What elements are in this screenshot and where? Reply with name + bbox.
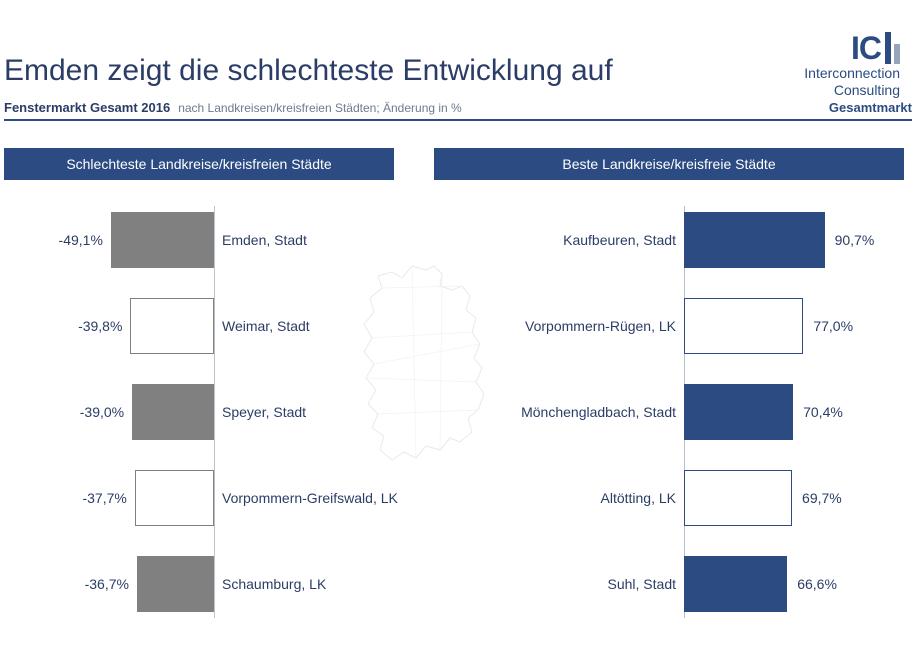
best-row: Mönchengladbach, Stadt 70,4% <box>434 384 904 440</box>
page: IC Interconnection Consulting Emden zeig… <box>0 0 924 659</box>
page-title: Emden zeigt die schlechteste Entwicklung… <box>4 20 912 88</box>
worst-value: -49,1% <box>59 232 103 248</box>
logo-bar-1 <box>885 32 891 64</box>
logo-ic-text: IC <box>851 32 881 64</box>
best-value: 70,4% <box>803 404 843 420</box>
worst-bar <box>111 212 214 268</box>
worst-bar <box>135 470 214 526</box>
column-best: Beste Landkreise/kreisfreie Städte Kaufb… <box>434 148 904 642</box>
best-row: Vorpommern-Rügen, LK 77,0% <box>434 298 904 354</box>
worst-chart: -49,1%Emden, Stadt-39,8%Weimar, Stadt-39… <box>4 212 394 612</box>
worst-bar <box>130 298 214 354</box>
best-value: 90,7% <box>835 232 875 248</box>
worst-label: Vorpommern-Greifswald, LK <box>222 490 398 506</box>
best-label: Mönchengladbach, Stadt <box>434 404 676 420</box>
worst-row: -49,1% Emden, Stadt <box>4 212 394 268</box>
best-label: Altötting, LK <box>434 490 676 506</box>
best-label: Suhl, Stadt <box>434 576 676 592</box>
worst-value: -39,8% <box>78 318 122 334</box>
worst-row: -39,0% Speyer, Stadt <box>4 384 394 440</box>
worst-row: -37,7%Vorpommern-Greifswald, LK <box>4 470 394 526</box>
worst-label: Speyer, Stadt <box>222 404 306 420</box>
logo-line1: Interconnection <box>804 66 900 81</box>
best-row: Kaufbeuren, Stadt 90,7% <box>434 212 904 268</box>
columns: Schlechteste Landkreise/kreisfreien Städ… <box>4 148 912 642</box>
best-bar <box>684 384 793 440</box>
logo-icon: IC <box>851 26 900 64</box>
subhead-note: nach Landkreisen/kreisfreien Städten; Än… <box>178 101 462 115</box>
best-bar <box>684 556 787 612</box>
logo-bars-icon <box>885 28 900 64</box>
subhead-bold: Fenstermarkt Gesamt 2016 <box>4 100 170 115</box>
best-label: Vorpommern-Rügen, LK <box>434 318 676 334</box>
best-bar <box>684 298 803 354</box>
best-value: 69,7% <box>802 490 842 506</box>
header: IC Interconnection Consulting Emden zeig… <box>4 20 912 130</box>
worst-label: Emden, Stadt <box>222 232 307 248</box>
subhead-right: Gesamtmarkt <box>829 100 912 115</box>
worst-bar <box>132 384 214 440</box>
logo-bar-2 <box>894 44 900 64</box>
worst-value: -37,7% <box>82 490 126 506</box>
best-chart: Kaufbeuren, Stadt 90,7% Vorpommern-Rügen, … <box>434 212 904 612</box>
logo-line2: Consulting <box>834 83 900 98</box>
best-row: Altötting, LK 69,7% <box>434 470 904 526</box>
best-row: Suhl, Stadt 66,6% <box>434 556 904 612</box>
best-label: Kaufbeuren, Stadt <box>434 232 676 248</box>
worst-bar <box>137 556 214 612</box>
worst-value: -39,0% <box>80 404 124 420</box>
worst-label: Weimar, Stadt <box>222 318 310 334</box>
worst-value: -36,7% <box>85 576 129 592</box>
best-value: 77,0% <box>813 318 853 334</box>
best-bar <box>684 470 792 526</box>
worst-row: -39,8% Weimar, Stadt <box>4 298 394 354</box>
column-worst: Schlechteste Landkreise/kreisfreien Städ… <box>4 148 394 642</box>
logo: IC Interconnection Consulting <box>804 26 900 99</box>
subheader: Fenstermarkt Gesamt 2016 nach Landkreise… <box>4 100 912 121</box>
best-title: Beste Landkreise/kreisfreie Städte <box>434 148 904 180</box>
worst-row: -36,7% Schaumburg, LK <box>4 556 394 612</box>
worst-label: Schaumburg, LK <box>222 576 326 592</box>
worst-title: Schlechteste Landkreise/kreisfreien Städ… <box>4 148 394 180</box>
best-bar <box>684 212 825 268</box>
best-value: 66,6% <box>797 576 837 592</box>
